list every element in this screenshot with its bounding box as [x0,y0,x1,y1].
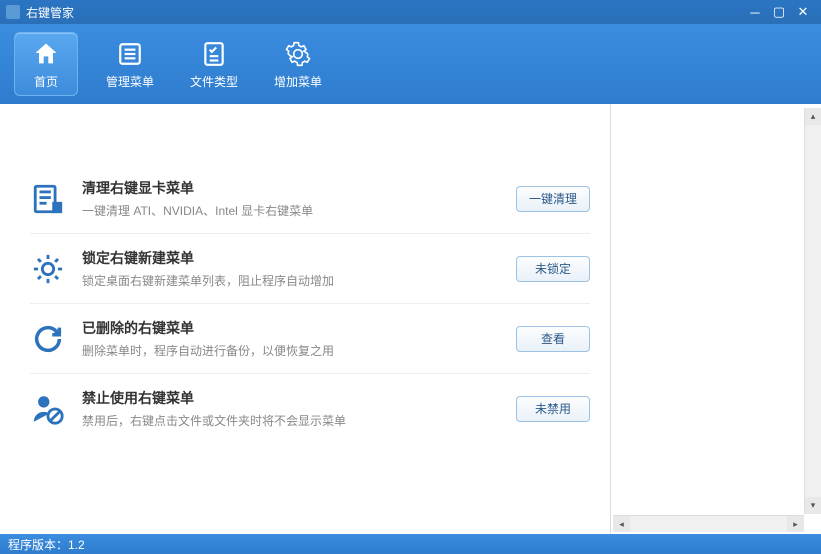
refresh-icon [30,321,66,357]
maximize-button[interactable]: ▢ [767,3,791,21]
toolbar-label: 文件类型 [190,73,238,90]
list-icon [115,39,145,69]
close-button[interactable]: ✕ [791,3,815,21]
item-disable-menu: 禁止使用右键菜单 禁用后，右键点击文件或文件夹时将不会显示菜单 未禁用 [30,374,590,443]
gear-icon [283,39,313,69]
toolbar: 首页 管理菜单 文件类型 增加菜单 [0,24,821,104]
minimize-button[interactable]: ─ [743,3,767,21]
scroll-track[interactable] [805,125,821,497]
lock-button[interactable]: 未锁定 [516,256,590,282]
statusbar: 程序版本：1.2 [0,534,821,554]
scroll-up-icon[interactable]: ▴ [805,108,821,125]
app-icon [6,5,20,19]
scroll-track[interactable] [630,516,787,532]
item-title: 已删除的右键菜单 [82,318,500,338]
toolbar-label: 增加菜单 [274,73,322,90]
app-title: 右键管家 [26,4,74,21]
item-title: 禁止使用右键菜单 [82,388,500,408]
scroll-left-icon[interactable]: ◂ [613,516,630,532]
side-pane: ▴ ▾ ◂ ▸ [611,104,821,534]
toolbar-add-menu[interactable]: 增加菜单 [266,32,330,96]
toolbar-manage-menu[interactable]: 管理菜单 [98,32,162,96]
item-desc: 禁用后，右键点击文件或文件夹时将不会显示菜单 [82,412,500,429]
toolbar-file-type[interactable]: 文件类型 [182,32,246,96]
toolbar-home[interactable]: 首页 [14,32,78,96]
titlebar: 右键管家 ─ ▢ ✕ [0,0,821,24]
item-deleted-menu: 已删除的右键菜单 删除菜单时，程序自动进行备份，以便恢复之用 查看 [30,304,590,374]
disable-button[interactable]: 未禁用 [516,396,590,422]
item-clean-gpu-menu: 清理右键显卡菜单 一键清理 ATI、NVIDIA、Intel 显卡右键菜单 一键… [30,164,590,234]
document-trash-icon [30,181,66,217]
main-pane: 清理右键显卡菜单 一键清理 ATI、NVIDIA、Intel 显卡右键菜单 一键… [0,104,611,534]
content-area: 清理右键显卡菜单 一键清理 ATI、NVIDIA、Intel 显卡右键菜单 一键… [0,104,821,534]
toolbar-label: 首页 [34,73,58,90]
home-icon [31,39,61,69]
clean-button[interactable]: 一键清理 [516,186,590,212]
file-check-icon [199,39,229,69]
scroll-right-icon[interactable]: ▸ [787,516,804,532]
item-desc: 删除菜单时，程序自动进行备份，以便恢复之用 [82,342,500,359]
toolbar-label: 管理菜单 [106,73,154,90]
horizontal-scrollbar[interactable]: ◂ ▸ [613,515,804,532]
item-title: 锁定右键新建菜单 [82,248,500,268]
vertical-scrollbar[interactable]: ▴ ▾ [804,108,821,514]
scroll-down-icon[interactable]: ▾ [805,497,821,514]
item-desc: 一键清理 ATI、NVIDIA、Intel 显卡右键菜单 [82,202,500,219]
gear-icon [30,251,66,287]
version-label: 程序版本：1.2 [8,536,85,553]
view-button[interactable]: 查看 [516,326,590,352]
item-desc: 锁定桌面右键新建菜单列表，阻止程序自动增加 [82,272,500,289]
user-block-icon [30,391,66,427]
item-lock-new-menu: 锁定右键新建菜单 锁定桌面右键新建菜单列表，阻止程序自动增加 未锁定 [30,234,590,304]
item-title: 清理右键显卡菜单 [82,178,500,198]
